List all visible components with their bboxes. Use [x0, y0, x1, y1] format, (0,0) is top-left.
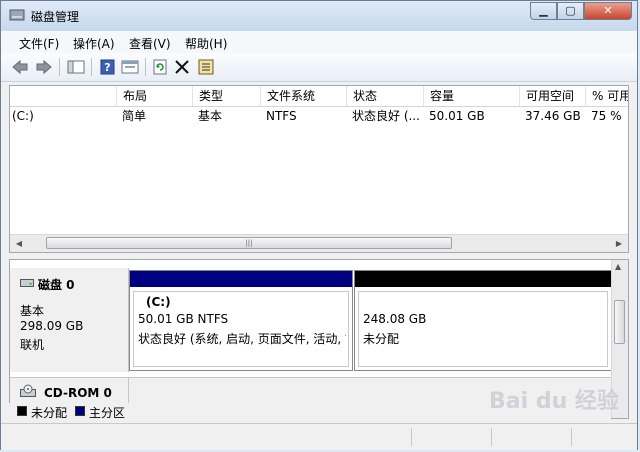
properties-icon[interactable] [121, 59, 139, 75]
column-header-type[interactable]: 类型 [192, 86, 260, 106]
help-icon[interactable]: ? [99, 59, 117, 75]
console-tree-icon[interactable] [67, 59, 85, 75]
partition-c-body: (C:) 50.01 GB NTFS 状态良好 (系统, 启动, 页面文件, 活… [133, 291, 349, 367]
disk-0-state: 联机 [20, 338, 45, 352]
scroll-right-icon[interactable]: ▶ [612, 237, 626, 250]
column-header-percent-free[interactable]: % 可用 [585, 86, 628, 106]
horizontal-scrollbar[interactable]: ◀ ||| ▶ [10, 234, 628, 252]
partition-c-size: 50.01 GB NTFS [138, 312, 229, 326]
cell-status: 状态良好 (... [352, 109, 420, 123]
delete-icon[interactable] [173, 59, 191, 75]
title-bar[interactable]: 磁盘管理 ▁ ▢ ✕ [1, 1, 637, 32]
menu-action[interactable]: 操作(A) [73, 35, 115, 52]
hard-disk-icon [20, 279, 34, 287]
menu-help[interactable]: 帮助(H) [185, 35, 227, 52]
cell-free-space: 37.46 GB [525, 109, 581, 123]
unallocated-size: 248.08 GB [363, 312, 427, 326]
disk-0-name: 磁盘 0 [38, 278, 75, 292]
cdrom-divider [128, 378, 129, 404]
cell-capacity: 50.01 GB [429, 109, 485, 123]
partition-c-label: (C:) [146, 295, 171, 309]
table-row[interactable]: (C:) 简单 基本 NTFS 状态良好 (... 50.01 GB 37.46… [10, 107, 628, 125]
legend-primary-label: 主分区 [89, 406, 126, 420]
toolbar-separator [91, 58, 92, 76]
cell-type: 基本 [198, 109, 223, 123]
toolbar: ? [1, 53, 637, 82]
legend-unallocated-label: 未分配 [31, 406, 68, 420]
legend-unallocated-swatch [17, 406, 27, 416]
disk-0-info[interactable]: 磁盘 0 基本 298.09 GB 联机 [10, 268, 129, 372]
svg-text:?: ? [104, 61, 110, 74]
status-separator [571, 428, 572, 446]
menu-view[interactable]: 查看(V) [129, 35, 171, 52]
minimize-button[interactable]: ▁ [530, 2, 557, 20]
cell-filesystem: NTFS [266, 109, 297, 123]
maximize-button[interactable]: ▢ [557, 2, 584, 20]
close-button[interactable]: ✕ [584, 2, 632, 20]
scroll-left-icon[interactable]: ◀ [12, 237, 26, 250]
toolbar-separator [59, 58, 60, 76]
legend-primary-swatch [75, 406, 85, 416]
partition-c-status: 状态良好 (系统, 启动, 页面文件, 活动, 故 [138, 332, 346, 346]
menu-bar: 文件(F) 操作(A) 查看(V) 帮助(H) [1, 31, 637, 53]
disk-0-type: 基本 [20, 304, 45, 318]
baidu-watermark: Bai du 经验 [489, 389, 619, 414]
unallocated-body: 248.08 GB 未分配 [358, 291, 608, 367]
back-arrow-icon[interactable] [11, 59, 29, 75]
unallocated-bar [355, 271, 611, 287]
scroll-up-icon[interactable]: ▲ [615, 262, 621, 271]
column-header-status[interactable]: 状态 [346, 86, 423, 106]
cdrom-0-name: CD-ROM 0 [44, 386, 112, 400]
disk-management-icon [9, 9, 25, 21]
status-separator [491, 428, 492, 446]
primary-partition-bar [130, 271, 352, 287]
horizontal-scroll-thumb[interactable]: ||| [46, 237, 452, 249]
cdrom-icon [20, 384, 36, 397]
disk-0-size: 298.09 GB [20, 319, 84, 333]
window-title: 磁盘管理 [31, 10, 80, 24]
cell-layout: 简单 [122, 109, 147, 123]
menu-file[interactable]: 文件(F) [19, 35, 59, 52]
volume-list-header: 布局 类型 文件系统 状态 容量 可用空间 % 可用 [10, 86, 628, 107]
column-header-layout[interactable]: 布局 [116, 86, 192, 106]
toolbar-separator [145, 58, 146, 76]
cell-percent-free: 75 % [591, 109, 622, 123]
format-disk-icon[interactable] [197, 59, 215, 75]
column-header-free-space[interactable]: 可用空间 [519, 86, 585, 106]
disk-management-window: 磁盘管理 ▁ ▢ ✕ 文件(F) 操作(A) 查看(V) 帮助(H) ? 布局 … [0, 0, 638, 450]
partition-unallocated[interactable]: 248.08 GB 未分配 [354, 270, 612, 371]
status-separator [411, 428, 412, 446]
refresh-icon[interactable] [151, 59, 169, 75]
column-header-volume[interactable] [10, 86, 116, 106]
unallocated-status: 未分配 [363, 332, 400, 346]
column-header-capacity[interactable]: 容量 [423, 86, 519, 106]
volume-list: 布局 类型 文件系统 状态 容量 可用空间 % 可用 (C:) 简单 基本 NT… [9, 85, 629, 253]
vertical-scroll-thumb[interactable] [614, 300, 625, 344]
partition-c[interactable]: (C:) 50.01 GB NTFS 状态良好 (系统, 启动, 页面文件, 活… [129, 270, 353, 371]
forward-arrow-icon[interactable] [35, 59, 53, 75]
status-bar [1, 423, 637, 450]
column-header-filesystem[interactable]: 文件系统 [260, 86, 346, 106]
cell-volume: (C:) [12, 109, 34, 123]
